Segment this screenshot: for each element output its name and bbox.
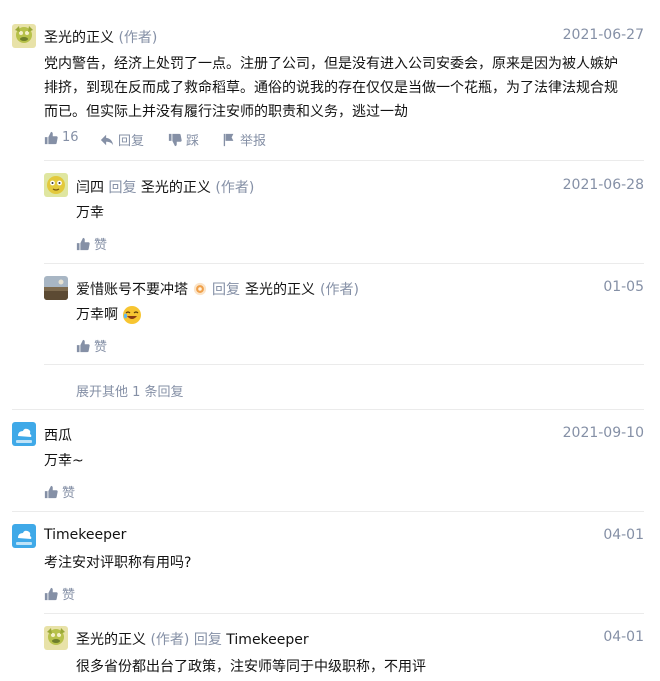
like-label: 赞	[62, 486, 76, 501]
report-label: 举报	[240, 134, 267, 149]
level-badge-icon	[193, 282, 207, 296]
thumbs-up-icon	[44, 131, 58, 144]
comment-date: 04-01	[603, 527, 644, 543]
content-line: 党内警告，经济上处罚了一点。注册了公司，但是没有进入公司安委会，原来是因为被人嫉…	[44, 56, 618, 72]
content-line: 而已。但实际上并没有履行注安师的职责和义务，逃过一劫	[44, 104, 408, 120]
reply-word: 回复	[193, 632, 222, 648]
report-button[interactable]: 举报	[222, 130, 266, 149]
target-name[interactable]: 圣光的正义	[245, 279, 315, 299]
thumbs-down-icon	[168, 133, 182, 146]
comment-content: 党内警告，经济上处罚了一点。注册了公司，但是没有进入公司安委会，原来是因为被人嫉…	[44, 52, 654, 124]
thumbs-up-icon	[44, 485, 58, 498]
like-label: 赞	[94, 340, 108, 355]
laughing-emoji-icon	[123, 306, 141, 324]
like-count: 16	[62, 130, 79, 145]
reply-header: 圣光的正义 (作者) 回复 Timekeeper	[76, 629, 309, 649]
avatar[interactable]	[44, 276, 68, 300]
reply-date: 01-05	[603, 279, 644, 295]
expand-replies-button[interactable]: 展开其他 1 条回复	[76, 381, 184, 400]
like-button[interactable]: 赞	[76, 336, 107, 355]
comment-content: 万幸~	[44, 453, 84, 469]
avatar[interactable]	[12, 24, 36, 48]
like-button[interactable]: 赞	[44, 482, 75, 501]
comment-author: 圣光的正义 (作者)	[44, 27, 157, 47]
author-name[interactable]: 闫四	[76, 180, 104, 196]
reply-content: 万幸啊	[76, 303, 142, 327]
avatar[interactable]	[44, 173, 68, 197]
reply-date: 04-01	[603, 629, 644, 645]
dislike-label: 踩	[186, 134, 200, 149]
divider	[44, 160, 644, 161]
author-tag: (作者)	[118, 30, 158, 46]
reply-label: 回复	[118, 134, 145, 149]
thumbs-up-icon	[44, 587, 58, 600]
comment-content: 考注安对评职称有用吗?	[44, 555, 192, 571]
like-button[interactable]: 16	[44, 130, 79, 145]
comment-author: 西瓜	[44, 425, 72, 445]
author-tag: (作者)	[320, 282, 359, 298]
reply-text: 万幸啊	[76, 307, 118, 323]
like-button[interactable]: 赞	[44, 584, 75, 603]
author-name[interactable]: Timekeeper	[44, 527, 126, 543]
like-label: 赞	[94, 238, 108, 253]
reply-word: 回复	[108, 180, 137, 196]
comment-author: Timekeeper	[44, 527, 126, 543]
reply-date: 2021-06-28	[562, 177, 644, 193]
like-button[interactable]: 赞	[76, 234, 107, 253]
reply-content: 万幸	[76, 205, 104, 221]
like-label: 赞	[62, 588, 76, 603]
thumbs-up-icon	[76, 237, 90, 250]
reply-header: 闫四 回复 圣光的正义 (作者)	[76, 177, 254, 197]
reply-word: 回复	[212, 282, 240, 298]
target-name[interactable]: Timekeeper	[226, 632, 308, 648]
author-tag: (作者)	[150, 632, 190, 648]
reply-header: 爱惜账号不要冲塔 回复 圣光的正义 (作者)	[76, 279, 359, 299]
author-name[interactable]: 爱惜账号不要冲塔	[76, 279, 188, 299]
reply-arrow-icon	[100, 134, 114, 145]
avatar[interactable]	[12, 422, 36, 446]
reply-content: 很多省份都出台了政策，注安师等同于中级职称，不用评	[76, 659, 426, 675]
reply-button[interactable]: 回复	[100, 130, 144, 149]
divider	[12, 409, 644, 410]
divider	[44, 364, 644, 365]
author-tag: (作者)	[215, 180, 255, 196]
thumbs-up-icon	[76, 339, 90, 352]
divider	[44, 263, 644, 264]
comment-date: 2021-09-10	[562, 425, 644, 441]
author-name[interactable]: 圣光的正义	[44, 30, 114, 46]
divider	[12, 511, 644, 512]
flag-icon	[223, 133, 234, 146]
dislike-button[interactable]: 踩	[168, 130, 199, 149]
author-name[interactable]: 西瓜	[44, 428, 72, 444]
author-name[interactable]: 圣光的正义	[76, 632, 146, 648]
divider	[44, 613, 644, 614]
avatar[interactable]	[12, 524, 36, 548]
comment-date: 2021-06-27	[562, 27, 644, 43]
target-name[interactable]: 圣光的正义	[141, 180, 211, 196]
content-line: 排挤，到现在反而成了救命稻草。通俗的说我的存在仅仅是当做一个花瓶，为了法律法规合…	[44, 80, 618, 96]
avatar[interactable]	[44, 626, 68, 650]
